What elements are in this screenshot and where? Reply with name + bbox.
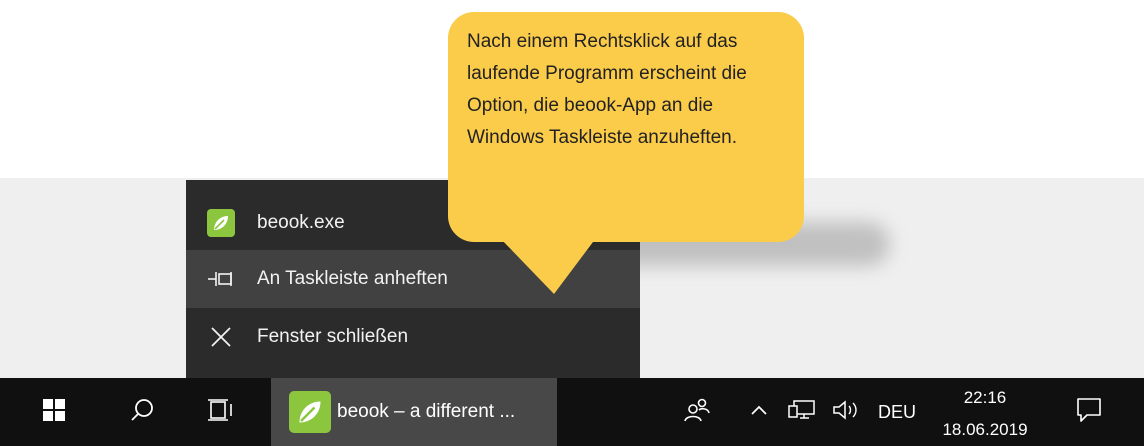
menu-item-label: An Taskleiste anheften <box>257 268 448 289</box>
search-icon <box>129 397 155 428</box>
beook-leaf-icon <box>206 208 236 238</box>
menu-item-label: Fenster schließen <box>257 326 409 347</box>
task-view-icon <box>206 398 234 427</box>
people-icon <box>682 397 712 428</box>
search-button[interactable] <box>112 378 172 446</box>
volume-icon <box>831 399 861 426</box>
beook-leaf-icon <box>289 391 331 433</box>
input-language-button[interactable]: DEU <box>872 378 922 446</box>
clock-time: 22:16 <box>963 388 1007 407</box>
windows-logo-icon <box>43 398 65 426</box>
action-center-icon <box>1075 396 1103 429</box>
callout-pointer <box>500 238 596 294</box>
taskbar: beook – a different ... DEU 22:16 18.06.… <box>0 378 1144 446</box>
volume-button[interactable] <box>826 378 866 446</box>
taskbar-app-label: beook – a different ... <box>337 401 516 422</box>
instruction-callout: Nach einem Rechtsklick auf das laufende … <box>448 12 804 242</box>
language-indicator: DEU <box>877 401 916 422</box>
start-button[interactable] <box>22 378 86 446</box>
callout-text: Nach einem Rechtsklick auf das laufende … <box>467 31 747 148</box>
show-hidden-icons-button[interactable] <box>744 378 774 446</box>
network-icon <box>787 398 817 427</box>
clock-date: 18.06.2019 <box>942 420 1028 439</box>
clock[interactable]: 22:16 18.06.2019 <box>930 378 1040 446</box>
close-window-item[interactable]: Fenster schließen <box>186 308 640 366</box>
network-button[interactable] <box>782 378 822 446</box>
chevron-up-icon <box>750 403 768 421</box>
taskbar-app-beook[interactable]: beook – a different ... <box>271 378 557 446</box>
close-icon <box>206 322 236 352</box>
action-center-button[interactable] <box>1064 378 1114 446</box>
people-button[interactable] <box>672 378 722 446</box>
pin-icon <box>206 264 236 294</box>
menu-item-label: beook.exe <box>257 212 345 233</box>
task-view-button[interactable] <box>190 378 250 446</box>
